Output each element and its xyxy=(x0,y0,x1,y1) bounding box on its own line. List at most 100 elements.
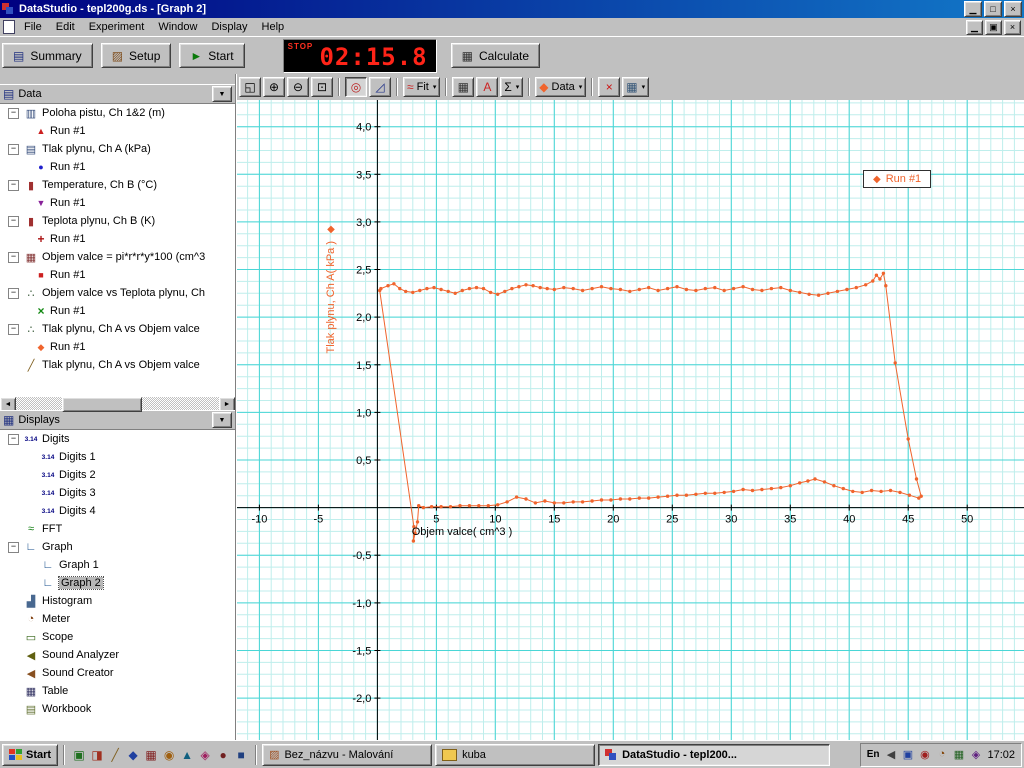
display-tree-item[interactable]: ▭ Scope xyxy=(0,628,235,646)
start-button[interactable]: ► Start xyxy=(179,43,245,68)
expand-toggle[interactable]: − xyxy=(8,179,19,191)
display-tree-item[interactable]: ▟ Histogram xyxy=(0,592,235,610)
network-icon[interactable]: ▦ xyxy=(951,748,966,761)
close-button[interactable]: × xyxy=(1004,1,1022,17)
fit-menu-button[interactable]: ≈ Fit ▾ xyxy=(403,77,441,97)
shortcut-icon-9[interactable]: ● xyxy=(214,746,232,764)
task-button-2[interactable]: kuba xyxy=(435,743,596,766)
shortcut-icon-2[interactable]: ◨ xyxy=(88,746,106,764)
expand-toggle[interactable]: − xyxy=(8,251,19,263)
expand-toggle[interactable]: − xyxy=(8,323,19,335)
display-tree-item[interactable]: ◀ Sound Analyzer xyxy=(0,646,235,664)
summary-icon: ▤ xyxy=(13,48,25,63)
scrollbar-track[interactable] xyxy=(16,397,219,412)
child-minimize-button[interactable]: ▁ xyxy=(966,19,983,35)
task-button-3[interactable]: DataStudio - tepl200... xyxy=(598,743,831,766)
display-child-item[interactable]: ∟ Graph 2 xyxy=(0,574,235,592)
text-tool-button[interactable]: A xyxy=(476,77,499,97)
graph-plot-area[interactable]: -10 -5 5 10 15 20 25 30 35 40 45 50 4,0 3,5 3,0 2,5 2,0 1… xyxy=(237,100,1024,740)
zoom-in-button[interactable]: ⊕ xyxy=(263,77,285,97)
graph-legend[interactable]: ◆ Run #1 xyxy=(863,170,932,188)
data-run-item[interactable]: × Run #1 xyxy=(0,302,235,320)
expand-toggle[interactable]: − xyxy=(8,541,19,553)
setup-button[interactable]: ▨ Setup xyxy=(100,43,172,68)
data-tree-item[interactable]: − ▤ Tlak plynu, Ch A (kPa) xyxy=(0,140,235,158)
graph-canvas[interactable]: -10 -5 5 10 15 20 25 30 35 40 45 50 4,0 3,5 3,0 2,5 2,0 1… xyxy=(237,100,1024,740)
shortcut-icon-3[interactable]: ╱ xyxy=(106,746,124,764)
display-child-item[interactable]: ∟ Graph 1 xyxy=(0,556,235,574)
child-restore-button[interactable]: ▣ xyxy=(985,19,1002,35)
data-tree-item[interactable]: − ▮ Teplota plynu, Ch B (K) xyxy=(0,212,235,230)
shortcut-icon-4[interactable]: ◆ xyxy=(124,746,142,764)
menu-window[interactable]: Window xyxy=(151,19,204,35)
display-tree-item[interactable]: ◔ Meter xyxy=(0,610,235,628)
display-tree-item[interactable]: ▤ Workbook xyxy=(0,700,235,718)
scheduler-icon[interactable]: ◔ xyxy=(934,748,949,761)
volume-icon[interactable]: ◀ xyxy=(883,748,898,761)
menu-help[interactable]: Help xyxy=(255,19,292,35)
data-tree-item[interactable]: − ▥ Poloha pistu, Ch 1&2 (m) xyxy=(0,104,235,122)
menu-experiment[interactable]: Experiment xyxy=(82,19,152,35)
zoom-select-button[interactable]: ⊡ xyxy=(311,77,333,97)
shortcut-icon-1[interactable]: ▣ xyxy=(70,746,88,764)
smart-tool-button[interactable]: ◎ xyxy=(345,77,367,97)
display-tree-item[interactable]: ▦ Table xyxy=(0,682,235,700)
scrollbar-thumb[interactable] xyxy=(62,397,142,412)
data-tree-item[interactable]: − ∴ Objem valce vs Teplota plynu, Ch xyxy=(0,284,235,302)
menu-edit[interactable]: Edit xyxy=(49,19,82,35)
slope-tool-button[interactable]: ◿ xyxy=(369,77,391,97)
graph-settings-button[interactable]: ▦ ▾ xyxy=(622,77,650,97)
data-menu-button[interactable]: ◆ Data ▾ xyxy=(535,77,587,97)
menu-file[interactable]: File xyxy=(17,19,49,35)
data-tree-item[interactable]: − ▦ Objem valce = pi*r*r*y*100 (cm^3 xyxy=(0,248,235,266)
shortcut-icon-5[interactable]: ▦ xyxy=(142,746,160,764)
expand-toggle[interactable]: − xyxy=(8,107,19,119)
zoom-out-button[interactable]: ⊖ xyxy=(287,77,309,97)
display-child-item[interactable]: 3.14 Digits 3 xyxy=(0,484,235,502)
shortcut-icon-10[interactable]: ■ xyxy=(232,746,250,764)
display-tree-item[interactable]: − ∟ Graph xyxy=(0,538,235,556)
task-button-1[interactable]: ▨ Bez_názvu - Malování xyxy=(262,743,433,766)
display-tree-item[interactable]: ≈ FFT xyxy=(0,520,235,538)
display-tree-item[interactable]: −3.14 Digits xyxy=(0,430,235,448)
data-tree-item[interactable]: − ▮ Temperature, Ch B (°C) xyxy=(0,176,235,194)
shortcut-icon-7[interactable]: ▲ xyxy=(178,746,196,764)
data-run-item[interactable]: ▲ Run #1 xyxy=(0,122,235,140)
minimize-button[interactable]: ▁ xyxy=(964,1,982,17)
start-menu-button[interactable]: Start xyxy=(2,743,59,766)
expand-toggle[interactable]: − xyxy=(8,287,19,299)
display-child-item[interactable]: 3.14 Digits 4 xyxy=(0,502,235,520)
calculate-button[interactable]: ▦ Calculate xyxy=(450,43,540,68)
delete-button[interactable]: × xyxy=(598,77,621,97)
data-run-item[interactable]: ■ Run #1 xyxy=(0,266,235,284)
expand-toggle[interactable]: − xyxy=(8,215,19,227)
expand-toggle[interactable]: − xyxy=(8,143,19,155)
data-run-item[interactable]: ● Run #1 xyxy=(0,158,235,176)
menu-display[interactable]: Display xyxy=(204,19,254,35)
data-run-item[interactable]: ▼ Run #1 xyxy=(0,194,235,212)
calculate-tool-button[interactable]: ▦ xyxy=(452,77,475,97)
child-close-button[interactable]: × xyxy=(1004,19,1021,35)
summary-button[interactable]: ▤ Summary xyxy=(2,43,93,68)
display-child-item[interactable]: 3.14 Digits 2 xyxy=(0,466,235,484)
data-run-item[interactable]: + Run #1 xyxy=(0,230,235,248)
display-tree-item[interactable]: ◀ Sound Creator xyxy=(0,664,235,682)
display-child-item[interactable]: 3.14 Digits 1 xyxy=(0,448,235,466)
antivirus-icon[interactable]: ◉ xyxy=(917,748,932,761)
data-panel-menu-button[interactable]: ▼ xyxy=(212,86,232,102)
data-run-item[interactable]: ◆ Run #1 xyxy=(0,338,235,356)
shortcut-icon-6[interactable]: ◉ xyxy=(160,746,178,764)
expand-toggle[interactable]: − xyxy=(8,433,19,445)
data-tree-item[interactable]: − ∴ Tlak plynu, Ch A vs Objem valce xyxy=(0,320,235,338)
shortcut-icon-8[interactable]: ◈ xyxy=(196,746,214,764)
display-settings-icon[interactable]: ▣ xyxy=(900,748,915,761)
graph-window-icon[interactable] xyxy=(3,20,15,34)
triangle-up-marker-icon: ▲ xyxy=(36,126,46,136)
statistics-button[interactable]: Σ ▾ xyxy=(500,77,524,97)
data-tree-item[interactable]: ╱ Tlak plynu, Ch A vs Objem valce xyxy=(0,356,235,374)
displays-panel-menu-button[interactable]: ▼ xyxy=(212,412,232,428)
maximize-button[interactable]: □ xyxy=(984,1,1002,17)
keyboard-layout-indicator[interactable]: En xyxy=(867,749,880,760)
scale-to-fit-button[interactable]: ◱ xyxy=(239,77,261,97)
media-icon[interactable]: ◈ xyxy=(968,748,983,761)
